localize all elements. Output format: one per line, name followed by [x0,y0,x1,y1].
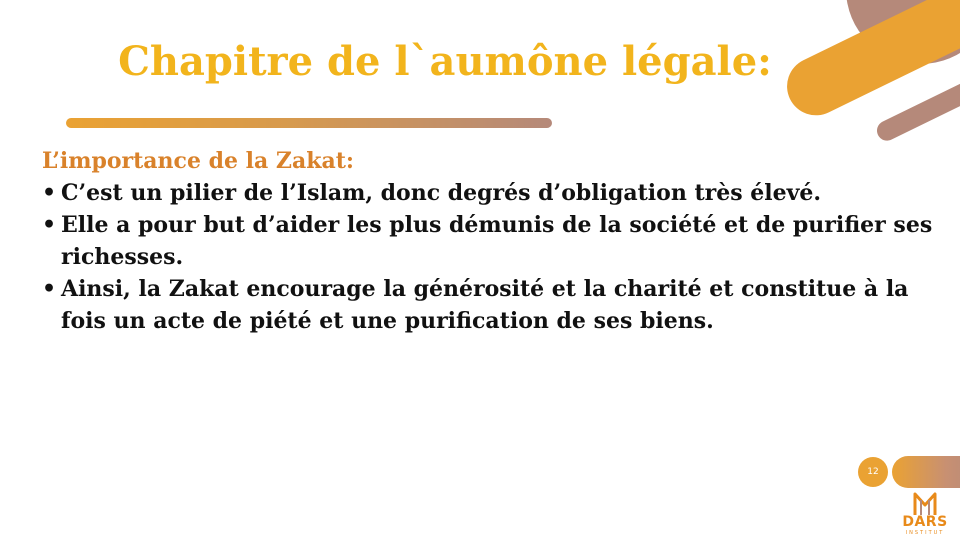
logo-mark-icon [913,492,937,515]
slide-title: Chapitre de l`aumône légale: [118,38,772,85]
bullet-item: • Elle a pour but d’aider les plus démun… [42,209,942,273]
bullet-text: Ainsi, la Zakat encourage la générosité … [61,276,909,334]
bullet-item: • Ainsi, la Zakat encourage la générosit… [42,273,942,337]
page-number-tab [892,456,960,488]
logo-subtitle: INSTITUT [905,530,945,536]
bullet-dot-icon: • [42,276,57,302]
bullet-text: Elle a pour but d’aider les plus démunis… [61,212,933,270]
bullet-dot-icon: • [42,212,57,238]
bullet-dot-icon: • [42,180,57,206]
slide-content: L’importance de la Zakat: • C’est un pil… [42,145,942,337]
title-underline-bar [66,118,552,128]
logo-name: DARS [902,514,948,530]
subheading: L’importance de la Zakat: [42,148,355,174]
bullet-list: • C’est un pilier de l’Islam, donc degré… [42,177,942,337]
dars-logo: DARS INSTITUT [896,490,954,538]
bullet-text: C’est un pilier de l’Islam, donc degrés … [61,180,822,206]
bullet-item: • C’est un pilier de l’Islam, donc degré… [42,177,942,209]
slide: Chapitre de l`aumône légale: L’importanc… [0,0,960,540]
page-number: 12 [858,457,888,487]
